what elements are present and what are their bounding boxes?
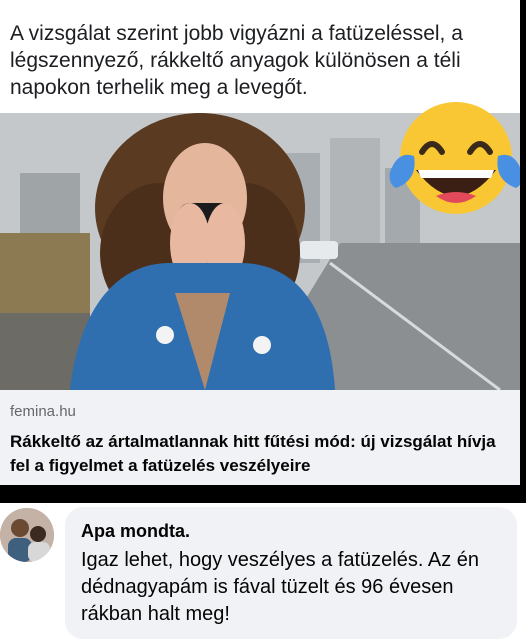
link-title[interactable]: Rákkeltő az ártalmatlannak hitt fűtési m… (10, 430, 510, 478)
link-preview-meta[interactable]: femina.hu Rákkeltő az ártalmatlannak hit… (0, 390, 520, 485)
avatar[interactable] (0, 508, 54, 562)
laughing-tears-emoji-icon (389, 102, 520, 214)
shared-post-card: A vizsgálat szerint jobb vigyázni a fatü… (0, 0, 520, 485)
comment-bubble: Apa mondta. Igaz lehet, hogy veszélyes a… (65, 507, 517, 639)
user-avatar-photo (0, 508, 54, 562)
comment-author[interactable]: Apa mondta. (81, 521, 190, 542)
comment-text: Igaz lehet, hogy veszélyes a fatüzelés. … (81, 549, 480, 625)
post-caption: A vizsgálat szerint jobb vigyázni a fatü… (10, 22, 463, 99)
comment-section: Apa mondta. Igaz lehet, hogy veszélyes a… (0, 503, 526, 640)
link-domain: femina.hu (10, 403, 76, 420)
